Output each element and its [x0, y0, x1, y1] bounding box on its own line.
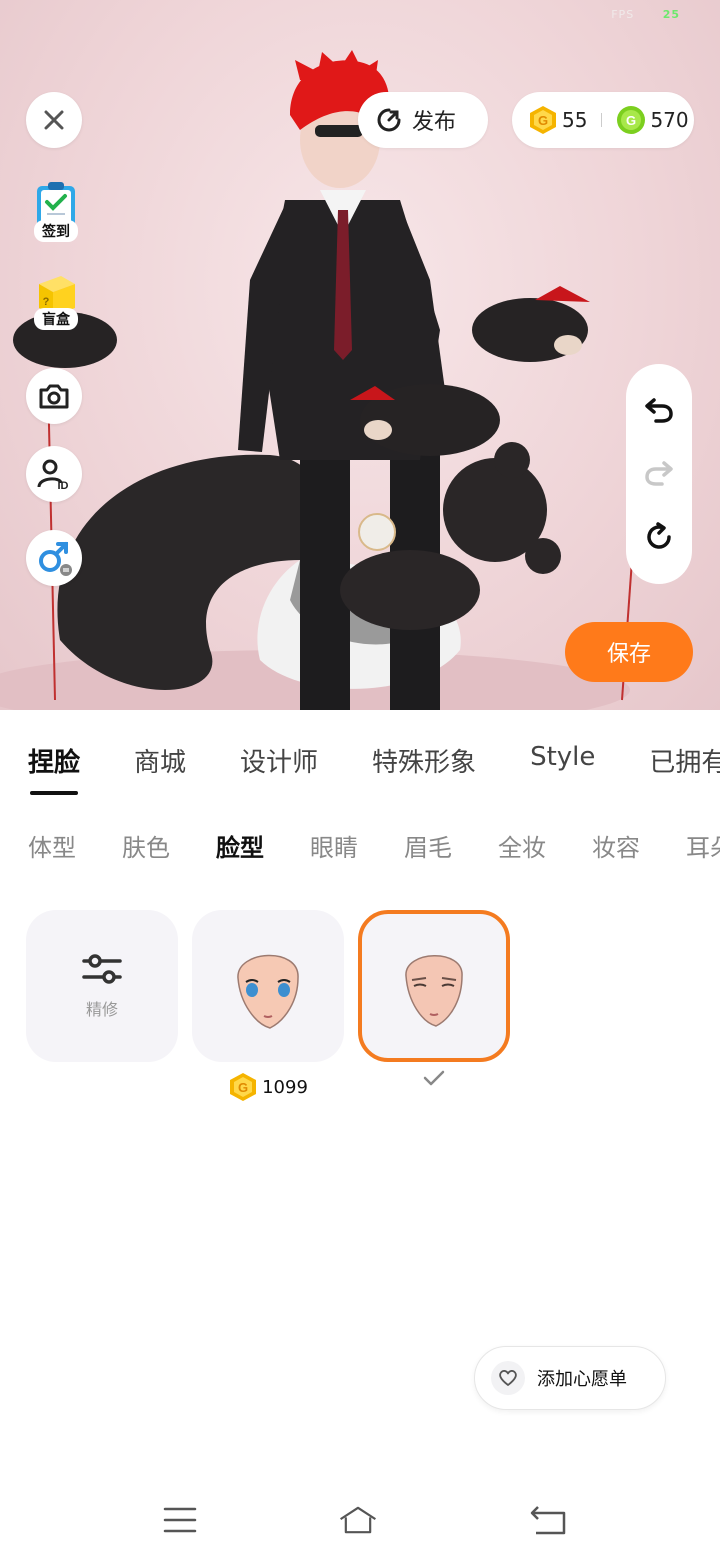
- blindbox-button[interactable]: ? 盲盒: [26, 272, 86, 330]
- anime-face-thumbnail: [237, 954, 299, 1029]
- tab-shop[interactable]: 商城: [134, 742, 186, 779]
- reset-icon[interactable]: [644, 522, 674, 552]
- subtab-face-shape[interactable]: 脸型: [216, 828, 264, 863]
- menu-icon: [163, 1507, 197, 1533]
- customize-panel: 捏脸 商城 设计师 特殊形象 Style 已拥有 体型 肤色 脸型 眼睛 眉毛 …: [0, 710, 720, 1560]
- svg-text:ID: ID: [58, 480, 69, 491]
- green-coin-count: 570: [650, 108, 689, 132]
- close-icon: [44, 110, 64, 130]
- gold-coin-count: 55: [562, 108, 588, 132]
- subtab-ears[interactable]: 耳朵: [686, 828, 720, 863]
- close-button[interactable]: [26, 92, 82, 148]
- menu-nav-button[interactable]: [160, 1500, 200, 1540]
- tab-special-avatar[interactable]: 特殊形象: [372, 742, 476, 779]
- subtab-full-makeup[interactable]: 全妆: [498, 828, 546, 863]
- avatar-viewport[interactable]: FPS 25 发布 G 55 G 570 签到 ? 盲盒 ID 保存: [0, 0, 720, 710]
- gold-coin-icon: G: [530, 106, 556, 134]
- heart-icon: [499, 1370, 517, 1386]
- subtab-skin[interactable]: 肤色: [122, 828, 170, 863]
- fps-value: 25: [662, 8, 680, 21]
- male-gender-icon: [39, 542, 72, 576]
- subtab-eyebrows[interactable]: 眉毛: [404, 828, 452, 863]
- publish-icon: [377, 108, 401, 132]
- fps-counter: FPS 25: [611, 8, 680, 21]
- wishlist-label: 添加心愿单: [537, 1369, 627, 1390]
- checkmark-icon: [423, 1070, 445, 1086]
- back-icon: [530, 1506, 566, 1535]
- history-toolbar: [626, 364, 692, 584]
- system-nav-bar: [0, 1480, 720, 1560]
- fps-label: FPS: [611, 8, 635, 21]
- gender-switch-button[interactable]: [26, 530, 82, 586]
- home-icon: [340, 1506, 376, 1534]
- camera-icon: [39, 384, 69, 409]
- profile-id-button[interactable]: ID: [26, 446, 82, 502]
- tab-owned[interactable]: 已拥有: [649, 742, 720, 779]
- subtab-eyes[interactable]: 眼睛: [310, 828, 358, 863]
- publish-button[interactable]: 发布: [358, 92, 488, 148]
- subtab-makeup[interactable]: 妆容: [592, 828, 640, 863]
- main-tabs: 捏脸 商城 设计师 特殊形象 Style 已拥有: [28, 742, 720, 795]
- face-shape-item-selected[interactable]: [358, 910, 510, 1062]
- save-button[interactable]: 保存: [565, 622, 693, 682]
- heart-icon-wrap: [491, 1361, 525, 1395]
- wallet-divider: [601, 113, 603, 127]
- gold-coin-icon: G: [230, 1073, 257, 1101]
- face-shape-grid: 精修 G 1099: [26, 910, 510, 1102]
- svg-text:?: ?: [43, 296, 50, 308]
- publish-label: 发布: [412, 110, 457, 135]
- undo-icon[interactable]: [644, 396, 674, 424]
- home-nav-button[interactable]: [338, 1500, 378, 1540]
- refine-label: 精修: [85, 1000, 118, 1019]
- face-shape-item[interactable]: [192, 910, 344, 1062]
- add-wishlist-button[interactable]: 添加心愿单: [474, 1346, 666, 1410]
- sub-tabs: 体型 肤色 脸型 眼睛 眉毛 全妆 妆容 耳朵: [28, 828, 720, 863]
- item-price: G 1099: [228, 1072, 308, 1102]
- back-nav-button[interactable]: [528, 1500, 568, 1540]
- green-coin-icon: G: [617, 106, 646, 134]
- camera-button[interactable]: [26, 368, 82, 424]
- svg-text:G: G: [538, 113, 548, 128]
- tab-face-sculpt[interactable]: 捏脸: [28, 742, 80, 795]
- refine-card[interactable]: 精修: [26, 910, 178, 1062]
- user-id-icon: ID: [37, 459, 69, 491]
- subtab-body[interactable]: 体型: [28, 828, 76, 863]
- currency-wallet[interactable]: G 55 G 570: [512, 92, 694, 148]
- svg-text:G: G: [626, 113, 636, 128]
- item-price-value: 1099: [262, 1076, 308, 1098]
- blindbox-label: 盲盒: [34, 308, 78, 330]
- realistic-face-thumbnail: [405, 955, 463, 1027]
- redo-icon[interactable]: [644, 459, 674, 487]
- checkin-label: 签到: [34, 220, 78, 242]
- tab-style[interactable]: Style: [530, 742, 595, 779]
- tab-designer[interactable]: 设计师: [240, 742, 318, 779]
- checkin-button[interactable]: 签到: [26, 180, 86, 242]
- sliders-icon: [82, 954, 122, 984]
- svg-text:G: G: [238, 1080, 248, 1095]
